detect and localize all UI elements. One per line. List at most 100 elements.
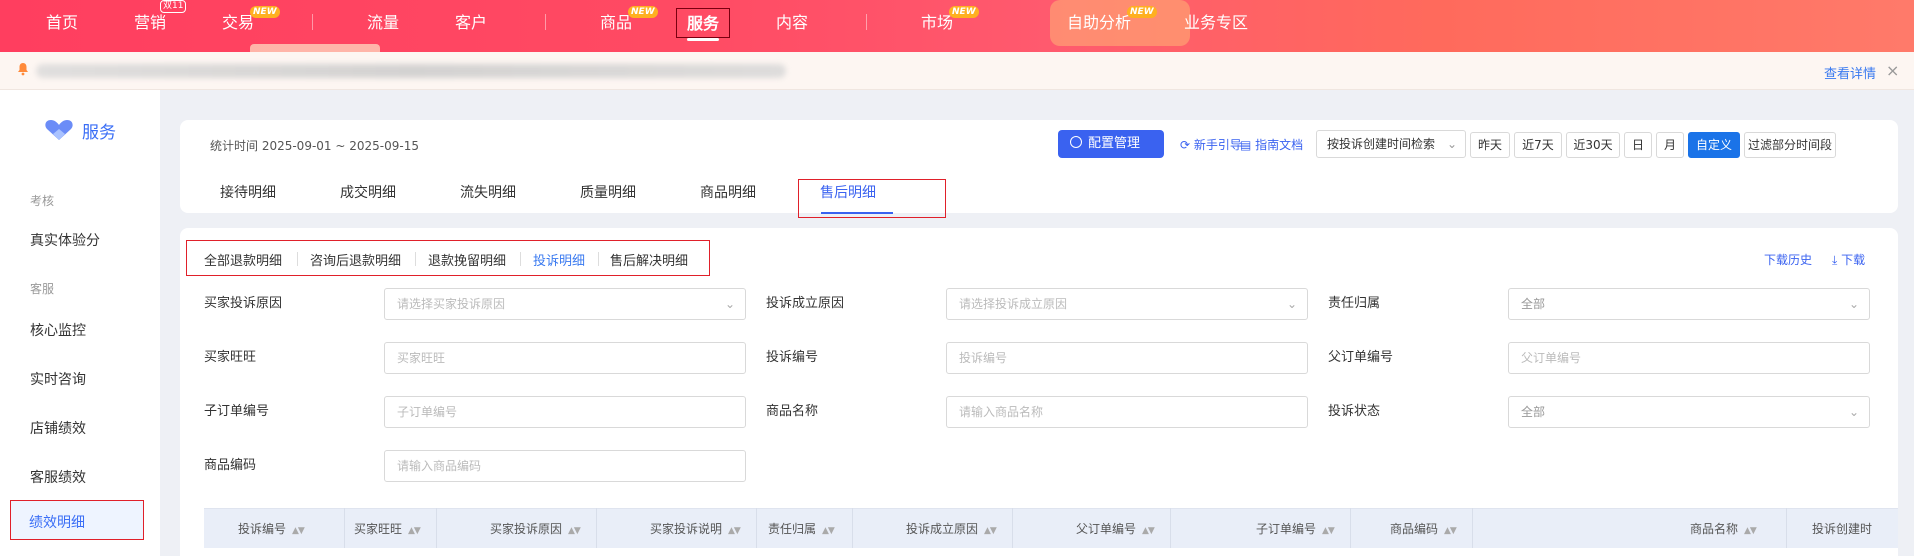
complaint-id-input[interactable]: 投诉编号 xyxy=(946,342,1308,374)
nav-divider xyxy=(866,14,867,30)
filter-panel xyxy=(180,228,1898,556)
column-label: 投诉编号 xyxy=(238,522,287,536)
sidebar-item-performance-detail[interactable]: 绩效明细 xyxy=(10,500,144,540)
filter-label: 商品名称 xyxy=(766,404,819,419)
nav-label: 服务 xyxy=(687,14,720,33)
chevron-down-icon: ⌄ xyxy=(1446,137,1457,151)
tab-product[interactable]: 商品明细 xyxy=(700,182,756,202)
sub-order-input[interactable]: 子订单编号 xyxy=(384,396,746,428)
table-header xyxy=(204,508,1898,548)
download-history-link[interactable]: 下载历史 xyxy=(1764,251,1812,268)
guide-link[interactable]: ⟳ 新手引导 xyxy=(1180,136,1242,153)
column-header[interactable]: 投诉成立原因 ▲▼ xyxy=(906,520,997,537)
new-badge: NEW xyxy=(628,6,658,18)
product-code-input[interactable]: 请输入商品编码 xyxy=(384,450,746,482)
nav-content[interactable]: 内容 xyxy=(776,8,808,38)
column-label: 买家投诉原因 xyxy=(490,522,563,536)
date-day-button[interactable]: 日 xyxy=(1624,132,1652,158)
nav-label: 流量 xyxy=(367,13,400,32)
sidebar-item-realtime-consult[interactable]: 实时咨询 xyxy=(30,369,86,389)
nav-self-analysis[interactable]: 自助分析 NEW xyxy=(1067,6,1157,38)
config-button[interactable]: 配置管理 xyxy=(1058,130,1164,158)
input-placeholder: 投诉编号 xyxy=(959,351,1008,365)
sidebar-item-cs-performance[interactable]: 客服绩效 xyxy=(30,467,86,487)
column-header[interactable]: 投诉创建时 xyxy=(1812,520,1872,537)
subtab-divider xyxy=(297,252,298,266)
nav-label: 自助分析 xyxy=(1067,13,1132,32)
nav-label: 内容 xyxy=(776,13,809,32)
input-placeholder: 请输入商品名称 xyxy=(959,405,1044,419)
responsibility-select[interactable]: 全部 ⌄ xyxy=(1508,288,1870,320)
view-details-link[interactable]: 查看详情 xyxy=(1824,63,1876,82)
column-header[interactable]: 商品编码 ▲▼ xyxy=(1390,520,1457,537)
nav-service[interactable]: 服务 xyxy=(676,8,731,41)
buyer-wangwang-input[interactable]: 买家旺旺 xyxy=(384,342,746,374)
filter-label: 子订单编号 xyxy=(204,404,270,419)
download-link[interactable]: ⤓ 下载 xyxy=(1832,251,1865,268)
complaint-established-reason-select[interactable]: 请选择投诉成立原因 ⌄ xyxy=(946,288,1308,320)
doc-link[interactable]: ▤ 指南文档 xyxy=(1240,136,1303,153)
column-divider xyxy=(756,508,757,548)
input-placeholder: 买家旺旺 xyxy=(397,351,446,365)
column-header[interactable]: 买家旺旺 ▲▼ xyxy=(354,520,421,537)
tab-reception[interactable]: 接待明细 xyxy=(220,182,276,202)
nav-traffic[interactable]: 流量 xyxy=(367,8,399,38)
nav-underglow xyxy=(250,44,380,52)
nav-business-zone[interactable]: 业务专区 xyxy=(1184,8,1248,38)
input-placeholder: 父订单编号 xyxy=(1521,351,1582,365)
column-label: 投诉成立原因 xyxy=(906,522,979,536)
nav-product[interactable]: 商品 NEW xyxy=(600,6,658,38)
tab-quality[interactable]: 质量明细 xyxy=(580,182,636,202)
parent-order-input[interactable]: 父订单编号 xyxy=(1508,342,1870,374)
product-name-input[interactable]: 请输入商品名称 xyxy=(946,396,1308,428)
nav-market[interactable]: 市场 NEW xyxy=(921,6,979,38)
column-header[interactable]: 商品名称 ▲▼ xyxy=(1690,520,1757,537)
subtab-after-sales-resolve[interactable]: 售后解决明细 xyxy=(610,250,688,269)
subtab-refund-retain[interactable]: 退款挽留明细 xyxy=(428,250,506,269)
date-yesterday-button[interactable]: 昨天 xyxy=(1470,132,1510,158)
sidebar-item-shop-performance[interactable]: 店铺绩效 xyxy=(30,418,86,438)
column-header[interactable]: 责任归属 ▲▼ xyxy=(768,520,835,537)
tab-loss[interactable]: 流失明细 xyxy=(460,182,516,202)
sidebar-item-experience-score[interactable]: 真实体验分 xyxy=(30,230,100,250)
column-divider xyxy=(436,508,437,548)
nav-home[interactable]: 首页 xyxy=(46,8,78,38)
column-header[interactable]: 买家投诉说明 ▲▼ xyxy=(650,520,741,537)
subtab-complaint[interactable]: 投诉明细 xyxy=(533,250,585,269)
bell-icon xyxy=(16,62,32,78)
tab-deal[interactable]: 成交明细 xyxy=(340,182,396,202)
search-mode-select[interactable]: 按投诉创建时间检索 ⌄ xyxy=(1316,130,1466,158)
column-divider xyxy=(344,508,345,548)
filter-time-range-button[interactable]: 过滤部分时间段 xyxy=(1744,132,1836,158)
filter-label: 买家旺旺 xyxy=(204,350,257,365)
chevron-down-icon: ⌄ xyxy=(1286,297,1297,311)
stat-time: 统计时间 2025-09-01 ~ 2025-09-15 xyxy=(210,139,419,153)
nav-trade[interactable]: 交易 NEW xyxy=(222,6,280,38)
column-header[interactable]: 子订单编号 ▲▼ xyxy=(1256,520,1335,537)
subtab-divider xyxy=(598,252,599,266)
close-icon[interactable]: × xyxy=(1886,61,1899,80)
chevron-down-icon: ⌄ xyxy=(1848,405,1859,419)
column-header[interactable]: 买家投诉原因 ▲▼ xyxy=(490,520,581,537)
select-value: 全部 xyxy=(1521,405,1546,419)
sidebar-item-core-monitor[interactable]: 核心监控 xyxy=(30,320,86,340)
complaint-status-select[interactable]: 全部 ⌄ xyxy=(1508,396,1870,428)
subtab-all-refund[interactable]: 全部退款明细 xyxy=(204,250,282,269)
nav-customer[interactable]: 客户 xyxy=(455,8,487,38)
sort-icon: ▲▼ xyxy=(984,526,997,536)
date-month-button[interactable]: 月 xyxy=(1656,132,1684,158)
buyer-complaint-reason-select[interactable]: 请选择买家投诉原因 ⌄ xyxy=(384,288,746,320)
date-7d-button[interactable]: 近7天 xyxy=(1514,132,1562,158)
sort-icon: ▲▼ xyxy=(292,526,305,536)
date-custom-button[interactable]: 自定义 xyxy=(1688,132,1740,158)
date-30d-button[interactable]: 近30天 xyxy=(1566,132,1620,158)
sidebar-group-assessment: 考核 xyxy=(30,194,55,208)
subtab-consult-refund[interactable]: 咨询后退款明细 xyxy=(310,250,401,269)
column-label: 商品名称 xyxy=(1690,522,1739,536)
chevron-down-icon: ⌄ xyxy=(724,297,735,311)
column-header[interactable]: 投诉编号 ▲▼ xyxy=(238,520,305,537)
doc-link-label: 指南文档 xyxy=(1255,138,1304,152)
input-placeholder: 请输入商品编码 xyxy=(397,459,482,473)
nav-marketing[interactable]: 营销 双11 xyxy=(134,0,187,38)
column-header[interactable]: 父订单编号 ▲▼ xyxy=(1076,520,1155,537)
